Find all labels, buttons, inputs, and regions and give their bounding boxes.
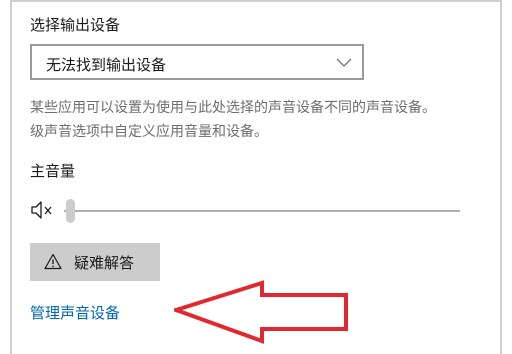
warning-icon <box>44 253 62 270</box>
description-line-2: 级声音选项中自定义应用音量和设备。 <box>30 124 268 140</box>
master-volume-label: 主音量 <box>30 162 76 180</box>
volume-slider-thumb[interactable] <box>66 199 75 223</box>
description-line-1: 某些应用可以设置为使用与此处选择的声音设备不同的声音设备。 <box>30 100 436 116</box>
window-frame-right <box>500 0 502 354</box>
troubleshoot-label: 疑难解答 <box>74 255 135 272</box>
manage-sound-devices-link[interactable]: 管理声音设备 <box>30 302 120 323</box>
output-device-title: 选择输出设备 <box>30 16 121 34</box>
troubleshoot-button[interactable]: 疑难解答 <box>30 243 160 281</box>
output-device-dropdown[interactable]: 无法找到输出设备 <box>30 44 364 80</box>
master-volume-slider[interactable] <box>64 196 460 226</box>
app-device-description: 某些应用可以设置为使用与此处选择的声音设备不同的声音设备。 级声音选项中自定义应… <box>30 96 500 144</box>
chevron-down-icon <box>336 58 352 67</box>
volume-slider-track <box>64 210 460 212</box>
window-frame-left <box>10 0 12 354</box>
output-device-selected-value: 无法找到输出设备 <box>46 56 167 74</box>
speaker-muted-icon <box>31 201 52 219</box>
annotation-arrow-icon <box>174 280 348 344</box>
window-frame-top <box>10 0 502 2</box>
